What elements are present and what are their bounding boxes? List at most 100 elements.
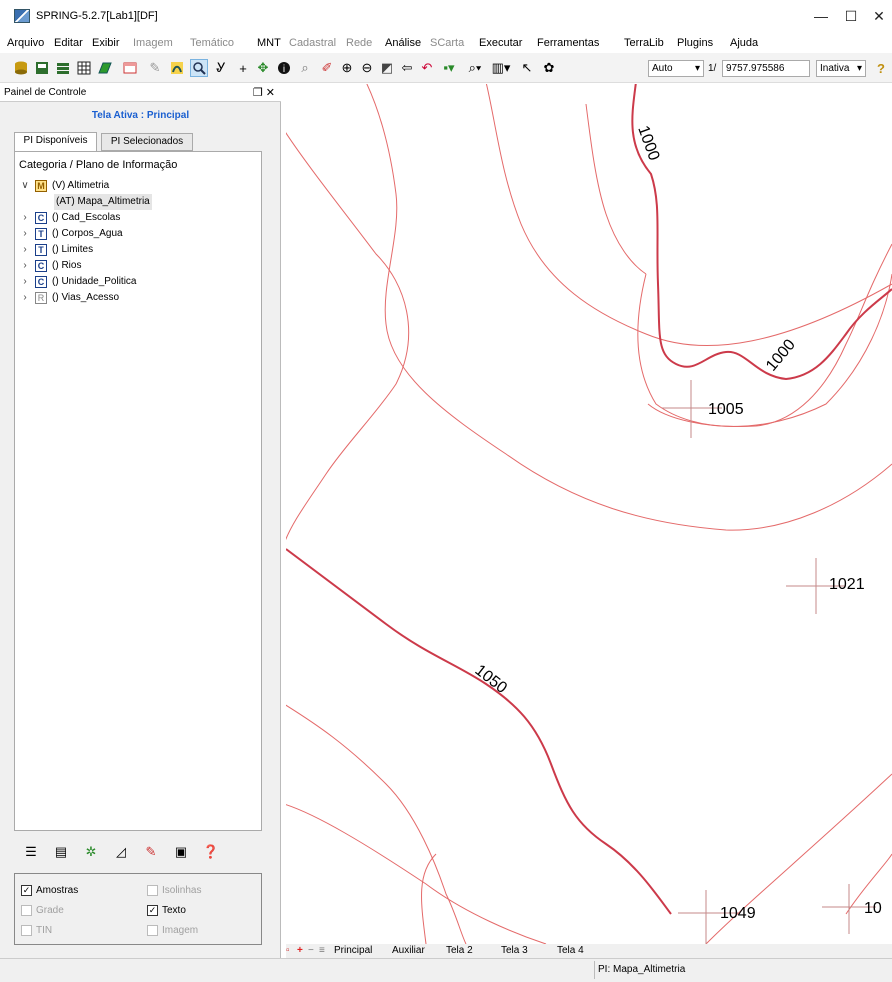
menu-terralib[interactable]: TerraLib — [624, 37, 664, 49]
list-icon[interactable]: ≡ — [319, 945, 325, 956]
toolbar: ✎ Ꮍ + ✥ i ⌕ ✐ ⊕ ⊖ ◩ ⇦ ↶ ▪▾ ⌕▾ ▥▾ ↖ ✿ Aut… — [0, 53, 892, 83]
status-bar: PI: Mapa_Altimetria — [0, 958, 892, 982]
palette-icon[interactable]: ✿ — [540, 59, 558, 77]
tab-pi-selecionados[interactable]: PI Selecionados — [101, 133, 193, 151]
visual-icon[interactable]: ✲ — [82, 844, 100, 862]
back-icon[interactable]: ⇦ — [398, 59, 416, 77]
chevron-down-icon: ▾ — [856, 63, 862, 74]
menu-mnt[interactable]: MNT — [257, 37, 281, 49]
info-circle-icon[interactable]: i — [275, 59, 293, 77]
window-icon[interactable] — [121, 59, 139, 77]
menu-exibir[interactable]: Exibir — [92, 37, 120, 49]
add-icon[interactable]: + — [297, 945, 303, 956]
tree-category-rios[interactable]: › C () Rios — [15, 258, 255, 274]
menu-editar[interactable]: Editar — [54, 37, 83, 49]
title-bar: SPRING-5.2.7[Lab1][DF] — ☐ ✕ — [0, 0, 892, 33]
tab-pi-disponiveis[interactable]: PI Disponíveis — [14, 132, 97, 151]
undo-icon[interactable]: ↶ — [418, 59, 436, 77]
tree-category-cad-escolas[interactable]: › C () Cad_Escolas — [15, 210, 255, 226]
tab-principal[interactable]: Principal — [334, 945, 372, 956]
close-button[interactable]: ✕ — [864, 4, 892, 28]
tree-category-corpos-agua[interactable]: › T () Corpos_Agua — [15, 226, 255, 242]
display-icon[interactable] — [168, 59, 186, 77]
tree-header: Categoria / Plano de Informação — [19, 159, 178, 171]
properties-icon[interactable]: ▣ — [172, 844, 190, 862]
checkbox-icon[interactable] — [21, 905, 32, 916]
menu-tematico[interactable]: Temático — [190, 37, 234, 49]
chevron-right-icon[interactable]: › — [19, 274, 31, 290]
remove-icon[interactable]: − — [308, 945, 314, 956]
tree-category-limites[interactable]: › T () Limites — [15, 242, 255, 258]
tree-category-altimetria[interactable]: ∨ M (V) Altimetria — [15, 178, 255, 194]
chevron-right-icon[interactable]: › — [19, 210, 31, 226]
edit-icon[interactable]: ✎ — [142, 844, 160, 862]
chevron-right-icon[interactable]: › — [19, 242, 31, 258]
scale-icon[interactable]: ⌕▾ — [466, 59, 484, 77]
tree-item-mapa-altimetria[interactable]: (AT) Mapa_Altimetria — [15, 194, 255, 210]
checkbox-icon[interactable] — [147, 885, 158, 896]
help-icon[interactable]: ? — [872, 59, 890, 77]
tab-tela-3[interactable]: Tela 3 — [501, 945, 528, 956]
state-select[interactable]: Inativa ▾ — [816, 60, 866, 77]
contour-map[interactable]: 1000 1000 1050 1005 1021 1049 10 — [286, 84, 892, 944]
chevron-down-icon[interactable]: ∨ — [19, 178, 31, 194]
chevron-right-icon[interactable]: › — [19, 290, 31, 306]
tree-category-vias-acesso[interactable]: › R () Vias_Acesso — [15, 290, 255, 306]
menu-analise[interactable]: Análise — [385, 37, 421, 49]
map-canvas[interactable]: 1000 1000 1050 1005 1021 1049 10 — [286, 84, 892, 944]
crosshair-icon[interactable]: + — [234, 59, 252, 77]
menu-bar: Arquivo Editar Exibir Imagem Temático MN… — [0, 33, 892, 53]
zoom-in-icon[interactable]: ⊕ — [338, 59, 356, 77]
scale-input[interactable]: 9757.975586 — [722, 60, 810, 77]
tab-auxiliar[interactable]: Auxiliar — [392, 945, 425, 956]
checkbox-icon[interactable] — [21, 925, 32, 936]
category-badge-icon: C — [35, 276, 47, 288]
contour-line — [421, 853, 437, 944]
category-badge-icon: C — [35, 212, 47, 224]
list-icon[interactable]: ☰ — [22, 844, 40, 862]
category-badge-icon: T — [35, 228, 47, 240]
menu-imagem[interactable]: Imagem — [133, 37, 173, 49]
zoom-area-icon[interactable]: ◩ — [378, 59, 396, 77]
tab-tela-4[interactable]: Tela 4 — [557, 945, 584, 956]
help-icon[interactable]: ❓ — [202, 844, 220, 862]
zoom-mode-select[interactable]: Auto ▾ — [648, 60, 704, 77]
tools-icon[interactable]: ✎ — [146, 59, 164, 77]
grid-icon[interactable] — [75, 59, 93, 77]
menu-arquivo[interactable]: Arquivo — [7, 37, 44, 49]
checkbox-checked-icon[interactable]: ✓ — [21, 885, 32, 896]
layers-icon[interactable] — [54, 59, 72, 77]
maximize-button[interactable]: ☐ — [836, 4, 866, 28]
chevron-right-icon[interactable]: › — [19, 226, 31, 242]
chevron-right-icon[interactable]: › — [19, 258, 31, 274]
close-icon[interactable]: ✕ — [266, 87, 275, 99]
menu-rede[interactable]: Rede — [346, 37, 372, 49]
table-icon[interactable]: ▤ — [52, 844, 70, 862]
zoom-out-icon[interactable]: ⊖ — [358, 59, 376, 77]
checkbox-icon[interactable] — [147, 925, 158, 936]
project-icon[interactable] — [33, 59, 51, 77]
menu-scarta[interactable]: SCarta — [430, 37, 464, 49]
info-icon[interactable]: Ꮍ — [212, 59, 230, 77]
tab-tela-2[interactable]: Tela 2 — [446, 945, 473, 956]
table-icon[interactable]: ▥▾ — [492, 59, 511, 77]
pan-icon[interactable]: ✥ — [254, 59, 272, 77]
polygon-icon[interactable] — [96, 59, 114, 77]
menu-ajuda[interactable]: Ajuda — [730, 37, 758, 49]
chart-icon[interactable]: ◿ — [112, 844, 130, 862]
menu-plugins[interactable]: Plugins — [677, 37, 713, 49]
menu-ferramentas[interactable]: Ferramentas — [537, 37, 599, 49]
edit-pencil-icon[interactable]: ✐ — [318, 59, 336, 77]
float-icon[interactable]: ❐ — [253, 87, 263, 99]
tab-first-icon[interactable]: ▫ — [286, 945, 290, 956]
menu-executar[interactable]: Executar — [479, 37, 522, 49]
menu-cadastral[interactable]: Cadastral — [289, 37, 336, 49]
checkbox-checked-icon[interactable]: ✓ — [147, 905, 158, 916]
select-icon[interactable]: ⌕ — [296, 59, 314, 77]
cursor-plus-icon[interactable]: ↖ — [518, 59, 536, 77]
pointer-zoom-icon[interactable] — [190, 59, 208, 77]
draw-icon[interactable]: ▪▾ — [440, 59, 458, 77]
database-icon[interactable] — [12, 59, 30, 77]
minimize-button[interactable]: — — [806, 4, 836, 28]
tree-category-unidade-politica[interactable]: › C () Unidade_Politica — [15, 274, 255, 290]
